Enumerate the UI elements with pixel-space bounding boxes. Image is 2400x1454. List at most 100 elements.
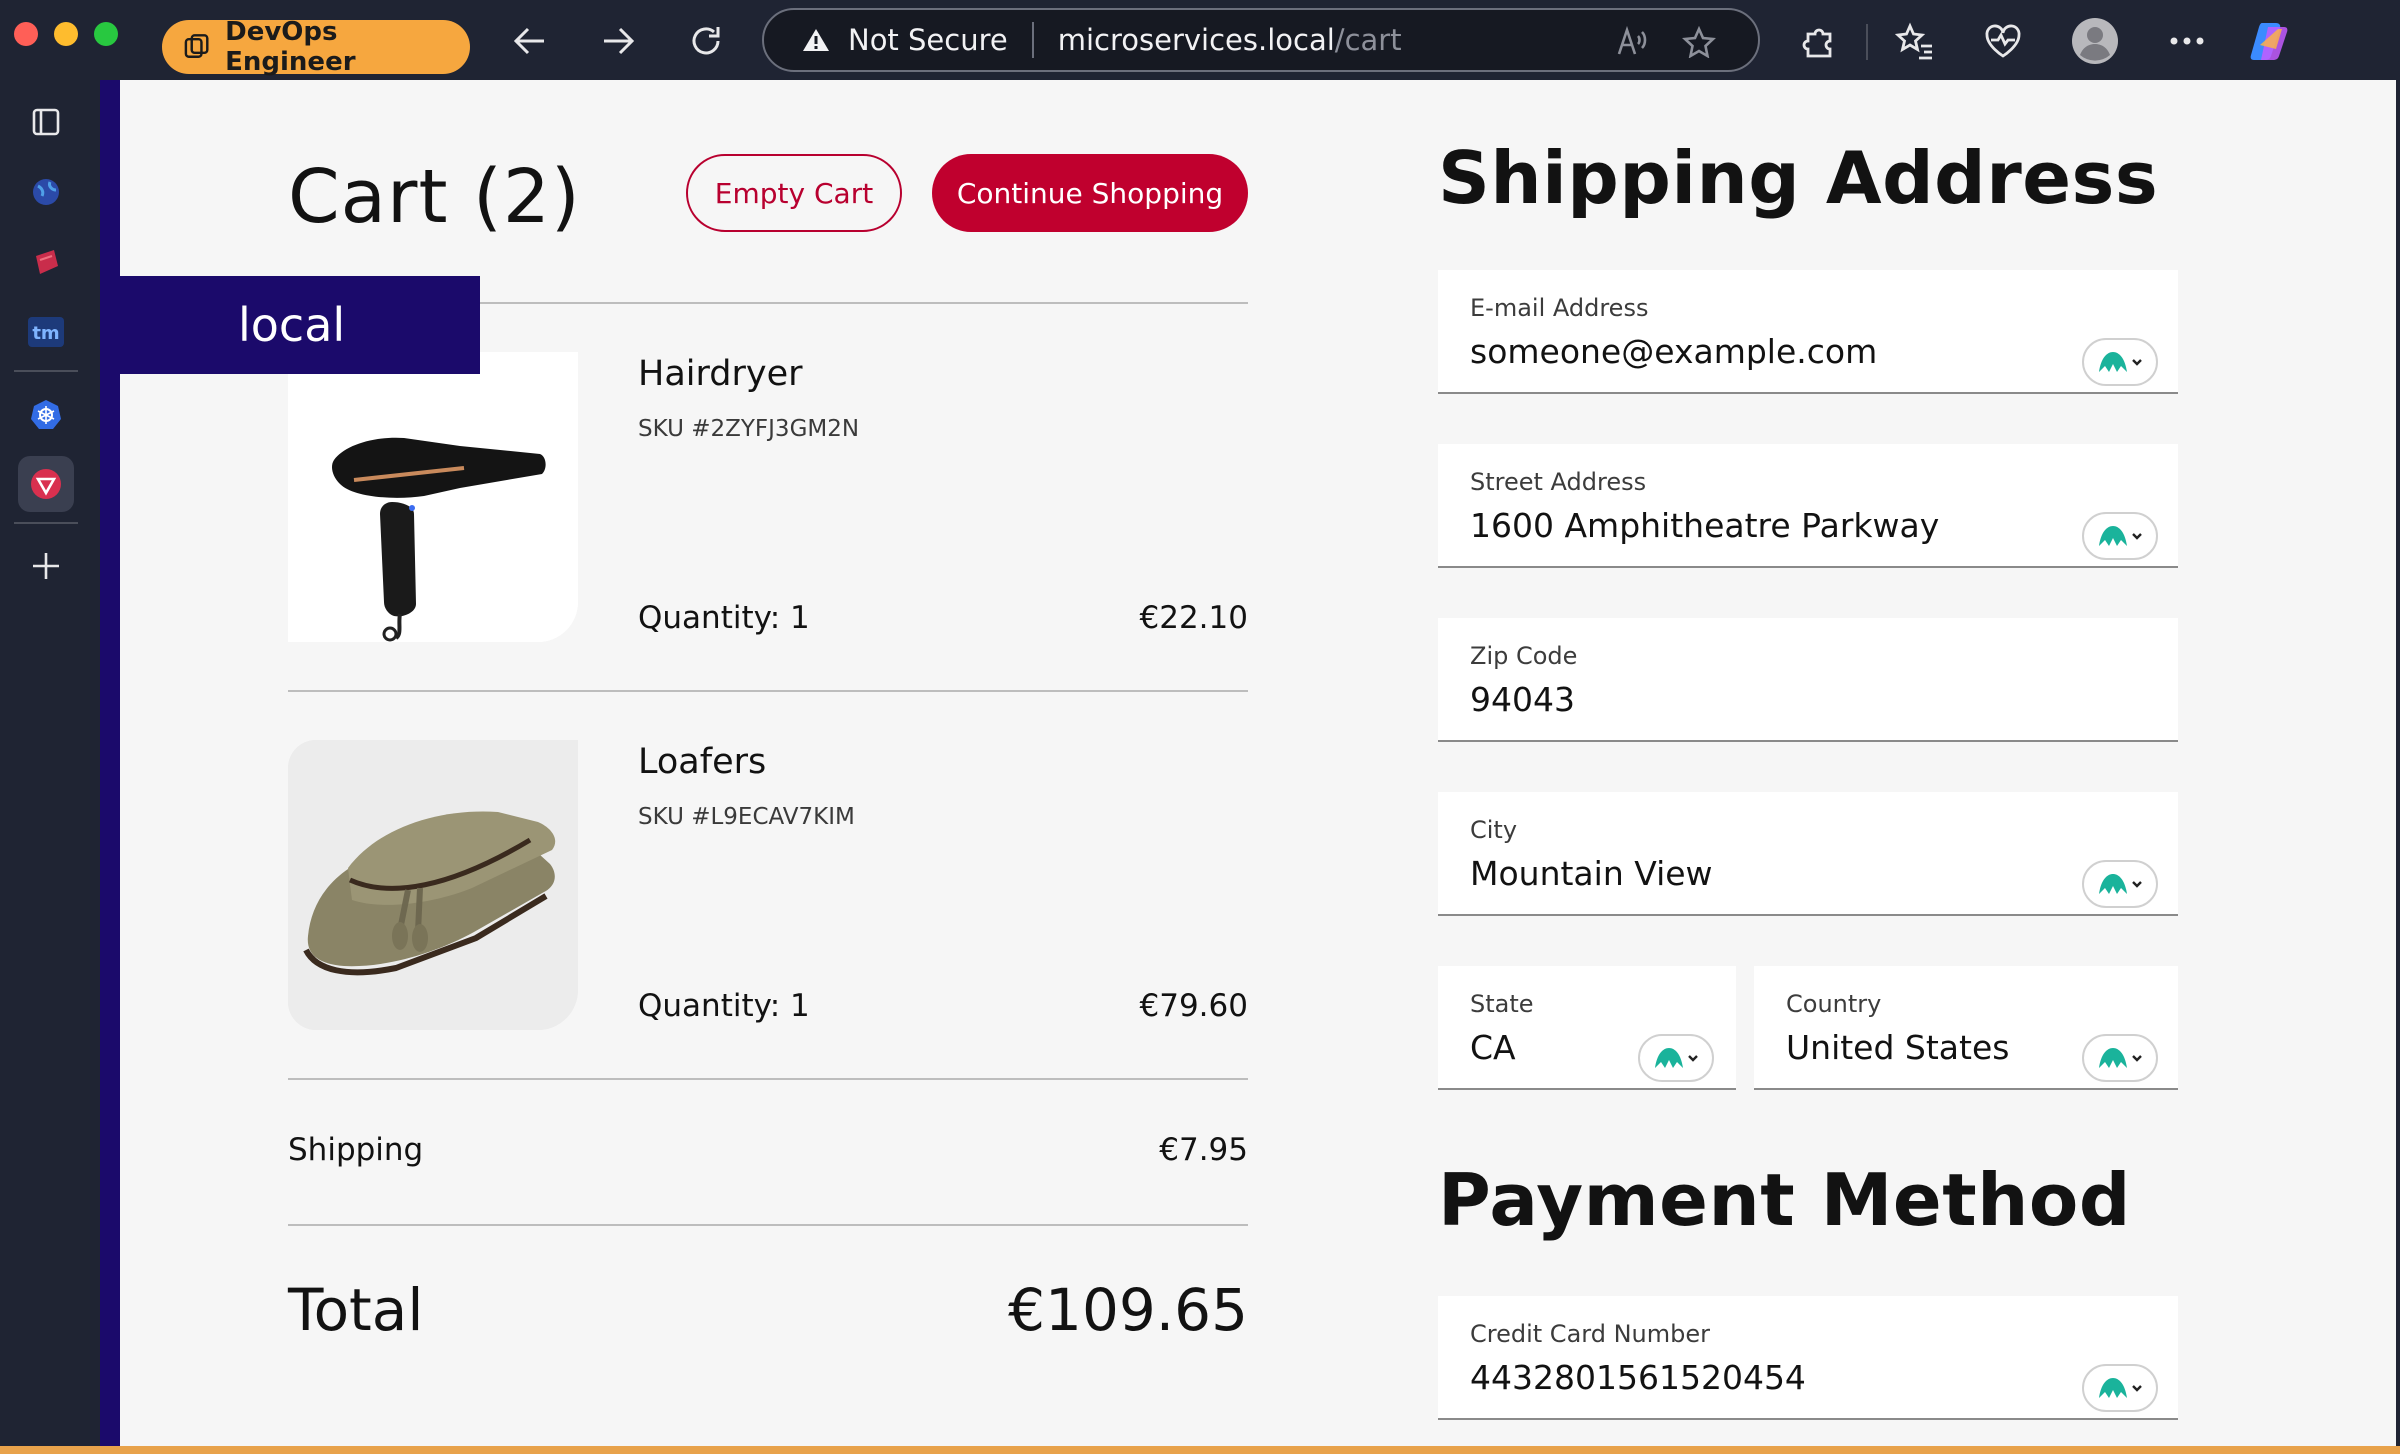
not-secure-label[interactable]: Not Secure xyxy=(848,23,1008,57)
nordpass-icon xyxy=(2099,526,2142,546)
zip-code-field[interactable]: Zip Code 94043 xyxy=(1438,618,2178,742)
tab-bookmark-app[interactable] xyxy=(18,234,74,290)
extensions-button[interactable] xyxy=(1792,14,1846,68)
product-price: €79.60 xyxy=(1139,988,1248,1024)
shipping-address-title: Shipping Address xyxy=(1438,136,2159,220)
red-tag-icon xyxy=(36,250,58,274)
field-label: City xyxy=(1470,816,1518,844)
loafers-image xyxy=(288,740,578,1030)
maximize-window-button[interactable] xyxy=(94,22,118,46)
password-manager-button[interactable] xyxy=(1638,1034,1714,1082)
heart-pulse-icon xyxy=(1985,24,2021,58)
continue-shopping-button[interactable]: Continue Shopping xyxy=(932,154,1248,232)
field-label: Country xyxy=(1786,990,1882,1018)
address-bar-divider xyxy=(1031,22,1034,58)
product-price: €22.10 xyxy=(1139,600,1248,636)
nordpass-icon xyxy=(2099,1048,2142,1068)
field-label: Street Address xyxy=(1470,468,1647,496)
tab-tm[interactable]: tm xyxy=(18,304,74,360)
window-bottom-border xyxy=(0,1446,2400,1454)
back-button[interactable] xyxy=(500,14,560,68)
tab-kubernetes[interactable] xyxy=(18,386,74,442)
product-quantity: Quantity: 1 xyxy=(638,600,810,636)
copilot-button[interactable] xyxy=(2244,14,2298,68)
password-manager-button[interactable] xyxy=(2082,860,2158,908)
hairdryer-image xyxy=(288,352,578,642)
password-manager-button[interactable] xyxy=(2082,338,2158,386)
more-menu-button[interactable] xyxy=(2160,14,2214,68)
product-name[interactable]: Loafers xyxy=(638,742,766,782)
svg-text:tm: tm xyxy=(32,323,59,344)
url-host: microservices.local xyxy=(1057,23,1335,57)
divider xyxy=(288,690,1248,692)
profile-button[interactable]: DevOps Engineer xyxy=(162,17,470,77)
browser-essentials-button[interactable] xyxy=(1976,14,2030,68)
close-window-button[interactable] xyxy=(14,22,38,46)
favorite-button[interactable] xyxy=(1682,25,1716,65)
nordpass-icon xyxy=(2099,1378,2142,1398)
credit-card-field[interactable]: Credit Card Number 4432801561520454 xyxy=(1438,1296,2178,1420)
nordpass-icon xyxy=(2099,352,2142,372)
read-aloud-icon xyxy=(1617,25,1647,55)
field-label: E-mail Address xyxy=(1470,294,1649,322)
field-value[interactable]: 1600 Amphitheatre Parkway xyxy=(1470,506,1939,545)
email-field[interactable]: E-mail Address someone@example.com xyxy=(1438,270,2178,394)
password-manager-button[interactable] xyxy=(2082,1364,2158,1412)
total-label: Total xyxy=(288,1276,424,1344)
field-value[interactable]: someone@example.com xyxy=(1470,332,1877,371)
new-tab-button[interactable] xyxy=(18,538,74,594)
tab-actions-button[interactable] xyxy=(18,94,74,150)
divider xyxy=(288,1224,1248,1226)
field-value[interactable]: 94043 xyxy=(1470,680,1575,719)
state-field[interactable]: State CA xyxy=(1438,966,1736,1090)
favorites-list-icon xyxy=(1895,22,1932,60)
nordpass-icon xyxy=(2099,874,2142,894)
street-address-field[interactable]: Street Address 1600 Amphitheatre Parkway xyxy=(1438,444,2178,568)
reload-button[interactable] xyxy=(676,14,736,68)
product-quantity: Quantity: 1 xyxy=(638,988,810,1024)
env-badge: local xyxy=(120,276,480,374)
country-field[interactable]: Country United States xyxy=(1754,966,2178,1090)
profile-label: DevOps Engineer xyxy=(225,17,356,77)
minimize-window-button[interactable] xyxy=(54,22,78,46)
puzzle-icon xyxy=(1802,28,1832,58)
avatar-icon xyxy=(2072,18,2118,64)
cart-title: Cart (2) xyxy=(288,154,581,240)
field-value[interactable]: 4432801561520454 xyxy=(1470,1358,1806,1397)
favorites-button[interactable] xyxy=(1888,14,1942,68)
field-label: Credit Card Number xyxy=(1470,1320,1710,1348)
field-label: State xyxy=(1470,990,1534,1018)
shipping-price: €7.95 xyxy=(1159,1132,1248,1168)
address-bar[interactable]: Not Secure microservices.local/cart xyxy=(762,8,1760,72)
read-aloud-button[interactable] xyxy=(1616,25,1650,65)
vertical-tab-bar: tm xyxy=(0,80,92,1454)
field-value[interactable]: Mountain View xyxy=(1470,854,1713,893)
field-value[interactable]: CA xyxy=(1470,1028,1516,1067)
nordpass-icon xyxy=(1655,1048,1698,1068)
field-label: Zip Code xyxy=(1470,642,1578,670)
copilot-icon xyxy=(2250,23,2288,60)
empty-cart-button[interactable]: Empty Cart xyxy=(686,154,902,232)
globe-icon xyxy=(33,179,59,205)
forward-button[interactable] xyxy=(588,14,648,68)
arrow-left-icon xyxy=(513,27,544,55)
product-name[interactable]: Hairdryer xyxy=(638,354,803,394)
tab-online-boutique[interactable] xyxy=(18,456,74,512)
toolbar-divider xyxy=(1866,24,1868,60)
profile-avatar-button[interactable] xyxy=(2068,14,2122,68)
env-stripe xyxy=(100,80,120,1446)
reload-icon xyxy=(692,27,720,55)
tab-separator xyxy=(14,522,78,524)
url-path: /cart xyxy=(1334,23,1402,57)
product-image-loafers[interactable] xyxy=(288,740,578,1030)
tm-logo-icon: tm xyxy=(28,317,64,347)
city-field[interactable]: City Mountain View xyxy=(1438,792,2178,916)
browser-titlebar: DevOps Engineer Not Secure microservices… xyxy=(0,0,2400,80)
arrow-right-icon xyxy=(604,27,635,55)
product-image-hairdryer[interactable] xyxy=(288,352,578,642)
tab-globe[interactable] xyxy=(18,164,74,220)
password-manager-button[interactable] xyxy=(2082,512,2158,560)
password-manager-button[interactable] xyxy=(2082,1034,2158,1082)
shipping-label: Shipping xyxy=(288,1132,424,1168)
field-value[interactable]: United States xyxy=(1786,1028,2009,1067)
